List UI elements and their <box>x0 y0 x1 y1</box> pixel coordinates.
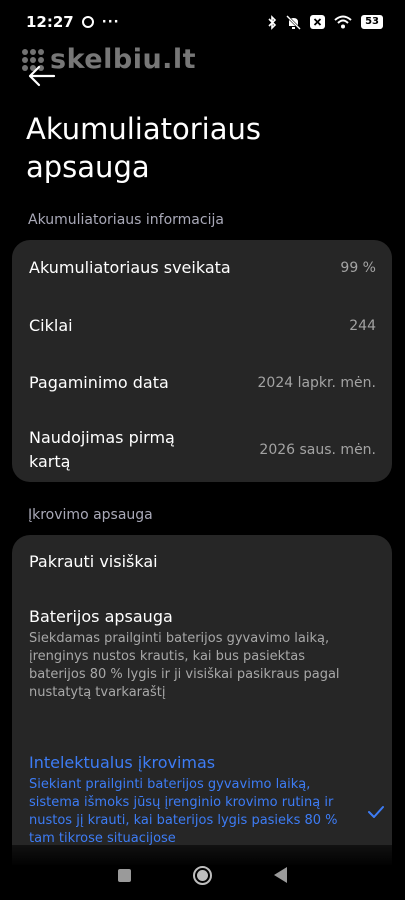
status-left: 12:27 ··· <box>26 13 120 31</box>
watermark-text: skelbiu.lt <box>50 44 197 75</box>
status-right: 53 <box>267 14 383 30</box>
row-value: 2024 lapkr. mėn. <box>257 374 377 391</box>
row-first-use: Naudojimas pirmą kartą 2026 saus. mėn. <box>29 426 376 474</box>
back-arrow-icon[interactable] <box>26 62 58 90</box>
battery-info-card: Akumuliatoriaus sveikata 99 % Ciklai 244… <box>12 240 392 482</box>
row-manufacture-date: Pagaminimo data 2024 lapkr. mėn. <box>29 373 376 392</box>
row-value: 2026 saus. mėn. <box>259 442 376 458</box>
section-label-charging-protection: Įkrovimo apsauga <box>28 507 153 523</box>
clock: 12:27 <box>26 13 74 31</box>
row-label: Ciklai <box>29 316 73 335</box>
mute-icon <box>286 14 301 30</box>
ring-icon <box>81 16 94 28</box>
charging-protection-card: Pakrauti visiškai Baterijos apsauga Siek… <box>12 535 392 865</box>
option-description: Siekiant prailginti baterijos gyvavimo l… <box>29 777 338 846</box>
row-label: Pagaminimo data <box>29 373 169 392</box>
battery-icon: 53 <box>361 15 383 29</box>
row-cycles: Ciklai 244 <box>29 316 376 335</box>
row-label: Naudojimas pirmą kartą <box>29 428 175 471</box>
section-label-battery-info: Akumuliatoriaus informacija <box>28 212 224 228</box>
bluetooth-icon <box>268 14 277 30</box>
option-title: Pakrauti visiškai <box>29 552 158 571</box>
row-label: Akumuliatoriaus sveikata <box>29 258 231 277</box>
close-box-icon <box>310 15 326 29</box>
navigation-bar <box>0 855 405 895</box>
option-smart-charging[interactable]: Intelektualus įkrovimas Siekiant prailgi… <box>29 753 376 848</box>
row-battery-health: Akumuliatoriaus sveikata 99 % <box>29 258 376 277</box>
row-value: 244 <box>349 317 376 334</box>
option-description: Siekdamas prailginti baterijos gyvavimo … <box>29 631 340 700</box>
recents-icon[interactable] <box>118 868 131 882</box>
option-battery-protection[interactable]: Baterijos apsauga Siekdamas prailginti b… <box>29 607 376 702</box>
back-icon[interactable] <box>274 867 287 883</box>
option-charge-fully[interactable]: Pakrauti visiškai <box>29 552 376 575</box>
page-title: Akumuliatoriaus apsauga <box>26 112 261 184</box>
wifi-icon <box>334 15 352 29</box>
home-icon[interactable] <box>193 865 212 885</box>
row-value: 99 % <box>340 259 376 276</box>
checkmark-icon <box>368 806 384 818</box>
more-dots: ··· <box>101 14 120 30</box>
option-title: Intelektualus įkrovimas <box>29 753 216 772</box>
option-title: Baterijos apsauga <box>29 607 173 626</box>
status-bar: 12:27 ··· 53 <box>0 0 405 44</box>
